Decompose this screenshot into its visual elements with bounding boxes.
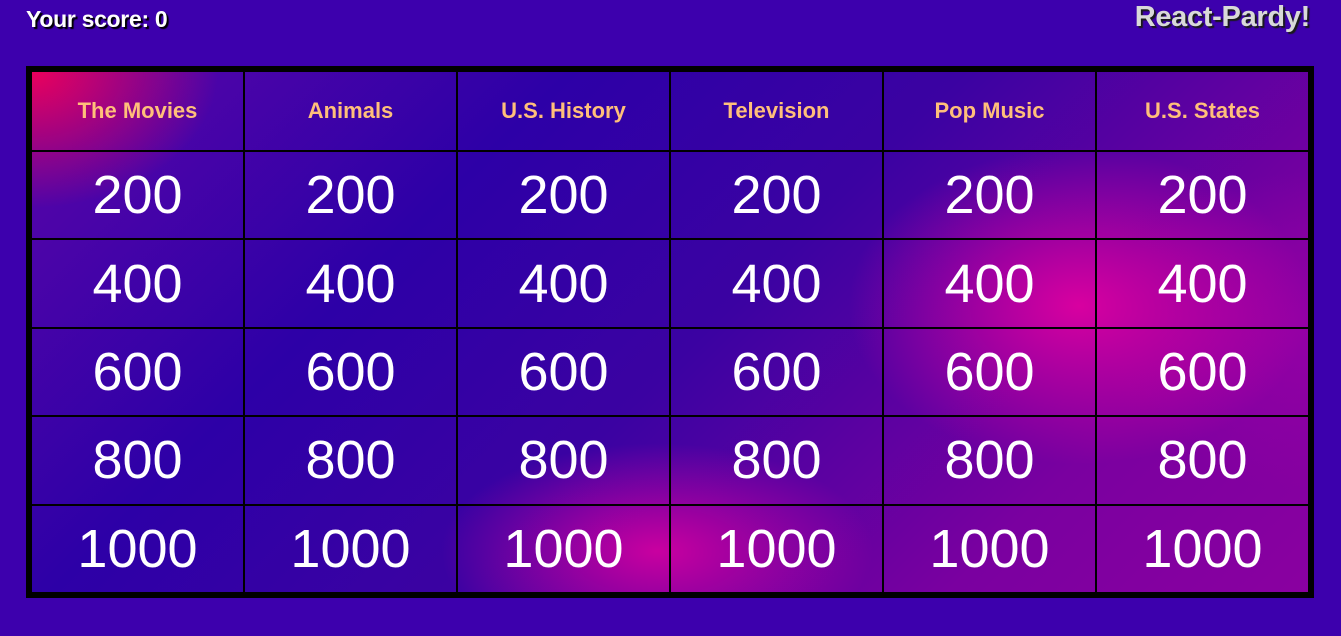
clue-us-states-400[interactable]: 400: [1095, 238, 1310, 329]
clue-pop-music-1000[interactable]: 1000: [882, 503, 1097, 594]
category-pop-music: Pop Music: [882, 70, 1097, 152]
clue-us-history-600[interactable]: 600: [456, 326, 671, 418]
clue-animals-600[interactable]: 600: [243, 326, 458, 418]
clue-us-history-800[interactable]: 800: [456, 415, 671, 506]
clue-the-movies-200[interactable]: 200: [30, 150, 245, 241]
category-us-states: U.S. States: [1095, 70, 1310, 152]
clue-us-history-400[interactable]: 400: [456, 238, 671, 329]
category-us-history: U.S. History: [456, 70, 671, 152]
category-television: Television: [669, 70, 884, 152]
clue-us-states-1000[interactable]: 1000: [1095, 503, 1310, 594]
clue-television-600[interactable]: 600: [669, 326, 884, 418]
clue-pop-music-800[interactable]: 800: [882, 415, 1097, 506]
category-animals: Animals: [243, 70, 458, 152]
clue-us-states-200[interactable]: 200: [1095, 150, 1310, 241]
clue-pop-music-200[interactable]: 200: [882, 150, 1097, 241]
clue-pop-music-400[interactable]: 400: [882, 238, 1097, 329]
clue-us-states-600[interactable]: 600: [1095, 326, 1310, 418]
clue-the-movies-400[interactable]: 400: [30, 238, 245, 329]
clue-us-history-1000[interactable]: 1000: [456, 503, 671, 594]
app-title: React-Pardy!: [1134, 1, 1311, 33]
clue-us-history-200[interactable]: 200: [456, 150, 671, 241]
clue-animals-200[interactable]: 200: [243, 150, 458, 241]
clue-animals-400[interactable]: 400: [243, 238, 458, 329]
clue-television-800[interactable]: 800: [669, 415, 884, 506]
clue-the-movies-1000[interactable]: 1000: [30, 503, 245, 594]
clue-pop-music-600[interactable]: 600: [882, 326, 1097, 418]
clue-television-1000[interactable]: 1000: [669, 503, 884, 594]
game-board: The Movies Animals U.S. History Televisi…: [26, 66, 1314, 598]
clue-the-movies-800[interactable]: 800: [30, 415, 245, 506]
clue-the-movies-600[interactable]: 600: [30, 326, 245, 418]
clue-television-200[interactable]: 200: [669, 150, 884, 241]
clue-animals-800[interactable]: 800: [243, 415, 458, 506]
clue-us-states-800[interactable]: 800: [1095, 415, 1310, 506]
clue-animals-1000[interactable]: 1000: [243, 503, 458, 594]
category-the-movies: The Movies: [30, 70, 245, 152]
score-display: Your score: 0: [26, 6, 168, 32]
clue-television-400[interactable]: 400: [669, 238, 884, 329]
